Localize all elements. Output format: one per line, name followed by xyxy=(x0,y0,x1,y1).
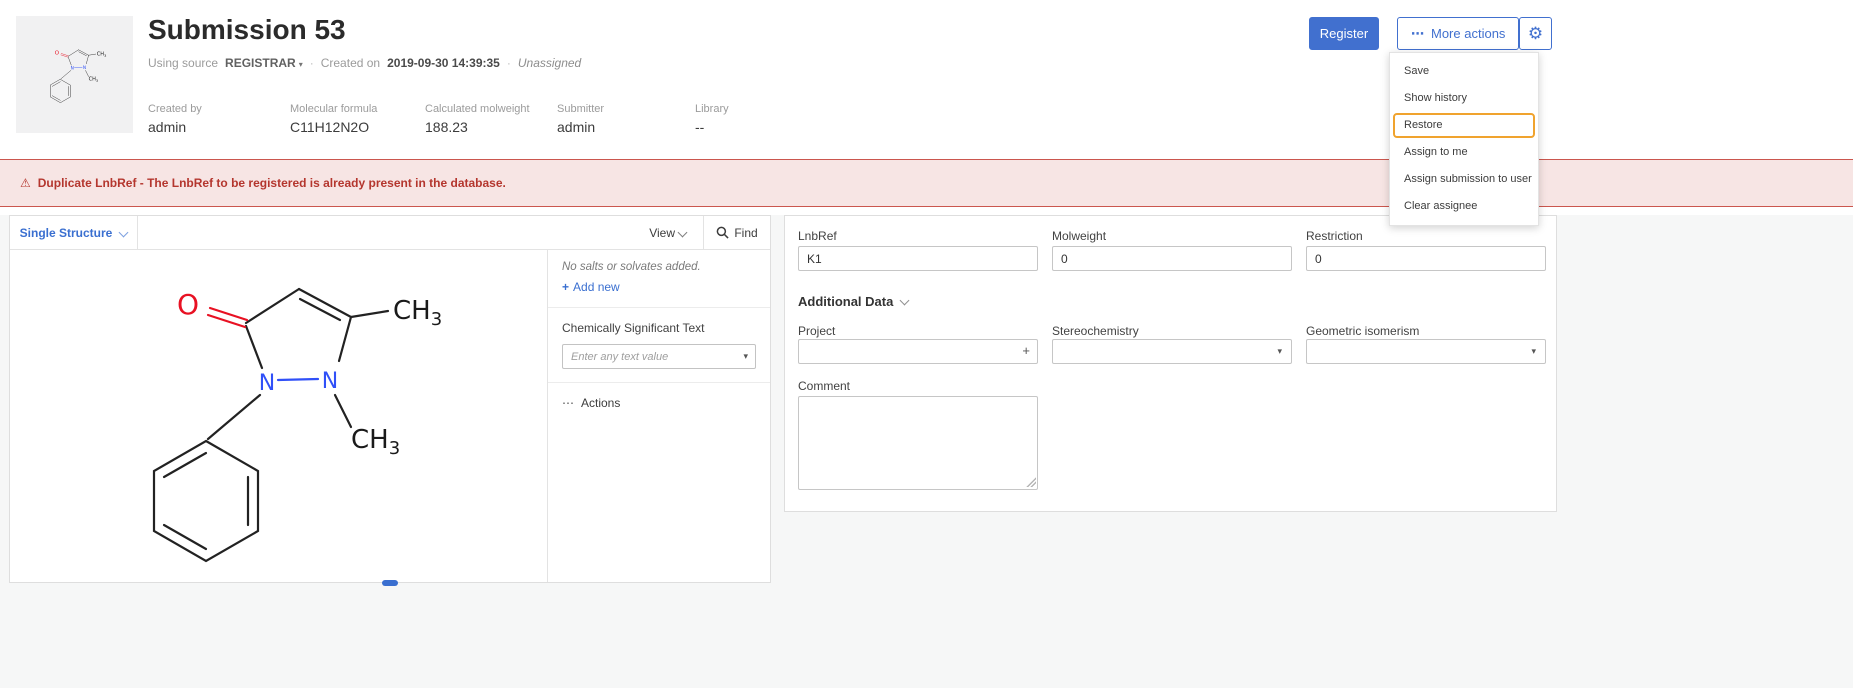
lnbref-label: LnbRef xyxy=(798,229,837,243)
details-panel: LnbRef Molweight Restriction Additional … xyxy=(784,215,1557,512)
comment-field xyxy=(798,396,1038,490)
actions-button[interactable]: ⋯Actions xyxy=(562,396,756,410)
project-input[interactable] xyxy=(798,339,1038,364)
using-source-label: Using source xyxy=(148,56,218,70)
cst-dropdown-caret-icon[interactable]: ▾ xyxy=(743,350,748,361)
created-on-value: 2019-09-30 14:39:35 xyxy=(387,56,500,70)
chevron-down-icon xyxy=(900,296,910,306)
chevron-down-icon xyxy=(119,228,129,238)
restriction-input[interactable] xyxy=(1306,246,1546,271)
divider xyxy=(548,307,770,308)
meta-calculated-molweight: Calculated molweight 188.23 xyxy=(425,103,530,135)
chevron-down-icon xyxy=(678,228,688,238)
separator-dot: · xyxy=(310,56,314,70)
meta-submitter: Submitter admin xyxy=(557,103,604,135)
ellipsis-icon: ⋯ xyxy=(562,396,575,410)
structure-canvas[interactable] xyxy=(10,249,547,583)
register-button[interactable]: Register xyxy=(1309,17,1379,50)
molweight-label: Molweight xyxy=(1052,229,1106,243)
resize-grip-icon[interactable] xyxy=(1026,477,1036,487)
plus-icon: + xyxy=(562,280,569,294)
geometric-isomerism-select[interactable]: ▾ xyxy=(1306,339,1546,364)
meta-library: Library -- xyxy=(695,103,729,135)
menu-item-restore[interactable]: Restore xyxy=(1393,113,1535,138)
search-icon xyxy=(716,226,729,239)
ellipsis-icon: ⋯ xyxy=(1411,26,1425,42)
app-root: Submission 53 Using source REGISTRAR▾ · … xyxy=(0,0,1853,688)
menu-item-show-history[interactable]: Show history xyxy=(1390,85,1538,112)
salts-column: No salts or solvates added. +Add new Che… xyxy=(548,249,770,582)
cst-label: Chemically Significant Text xyxy=(562,321,756,335)
comment-textarea[interactable] xyxy=(798,396,1038,490)
created-on-label: Created on xyxy=(321,56,380,70)
menu-item-assign-submission-to-user[interactable]: Assign submission to user xyxy=(1390,166,1538,193)
lnbref-input[interactable] xyxy=(798,246,1038,271)
cst-input[interactable] xyxy=(562,344,756,369)
molecule-thumbnail-drawing xyxy=(22,42,127,107)
divider xyxy=(548,382,770,383)
stereochemistry-label: Stereochemistry xyxy=(1052,324,1139,338)
chevron-down-icon: ▾ xyxy=(299,60,303,69)
structure-thumbnail xyxy=(16,16,133,133)
source-select[interactable]: REGISTRAR▾ xyxy=(225,56,303,70)
gear-icon: ⚙ xyxy=(1528,24,1543,44)
menu-item-assign-to-me[interactable]: Assign to me xyxy=(1390,139,1538,166)
settings-gear-button[interactable]: ⚙ xyxy=(1519,17,1552,50)
molweight-input[interactable] xyxy=(1052,246,1292,271)
add-new-button[interactable]: +Add new xyxy=(562,280,756,294)
stereochemistry-select[interactable]: ▾ xyxy=(1052,339,1292,364)
view-dropdown[interactable]: View xyxy=(649,216,686,249)
chevron-down-icon: ▾ xyxy=(1277,345,1282,356)
salts-empty-text: No salts or solvates added. xyxy=(562,261,756,273)
structure-panel: Single Structure View Find No salts or s… xyxy=(9,215,771,583)
assignee-status: Unassigned xyxy=(518,56,581,70)
alert-banner: ⚠ Duplicate LnbRef - The LnbRef to be re… xyxy=(0,159,1853,207)
more-actions-button[interactable]: ⋯ More actions xyxy=(1397,17,1519,50)
project-label: Project xyxy=(798,324,835,338)
actions-menu: Save Show history Restore Assign to me A… xyxy=(1389,52,1539,226)
page-title: Submission 53 xyxy=(148,14,346,46)
menu-item-clear-assignee[interactable]: Clear assignee xyxy=(1390,193,1538,220)
project-add-button[interactable]: + xyxy=(1022,343,1030,359)
meta-created-by: Created by admin xyxy=(148,103,202,135)
comment-label: Comment xyxy=(798,379,850,393)
submission-subline: Using source REGISTRAR▾ · Created on 201… xyxy=(148,56,581,70)
additional-data-toggle[interactable]: Additional Data xyxy=(798,294,908,309)
cst-combo: ▾ xyxy=(562,344,756,369)
meta-molecular-formula: Molecular formula C11H12N2O xyxy=(290,103,377,135)
find-button[interactable]: Find xyxy=(703,216,770,249)
separator-dot: · xyxy=(507,56,511,70)
project-combo: + xyxy=(798,339,1038,364)
chevron-down-icon: ▾ xyxy=(1531,345,1536,356)
restriction-label: Restriction xyxy=(1306,229,1363,243)
structure-mode-select[interactable]: Single Structure xyxy=(10,216,138,249)
geometric-isomerism-label: Geometric isomerism xyxy=(1306,324,1419,338)
molecule-drawing xyxy=(10,249,547,583)
alert-text: Duplicate LnbRef - The LnbRef to be regi… xyxy=(38,176,506,190)
structure-panel-header: Single Structure View Find xyxy=(10,216,770,250)
warning-icon: ⚠ xyxy=(20,176,31,190)
menu-item-save[interactable]: Save xyxy=(1390,58,1538,85)
canvas-resize-handle[interactable] xyxy=(382,580,398,586)
